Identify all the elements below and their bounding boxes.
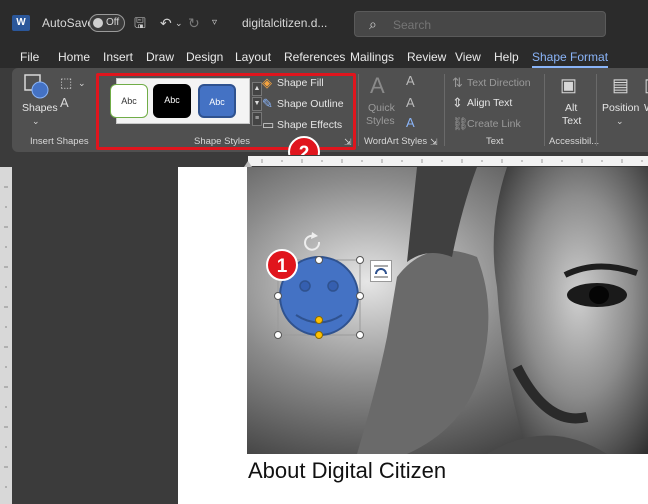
tab-view[interactable]: View [455,50,481,64]
search-input[interactable] [393,18,593,32]
tab-design[interactable]: Design [186,50,223,64]
alt-label[interactable]: Alt [565,102,577,114]
position-label[interactable]: Position [602,102,639,114]
tab-review[interactable]: Review [407,50,446,64]
title-bar: W AutoSave Off 🖫 ↶ ⌄ ↻ ▿ digitalcitizen.… [0,0,648,46]
tab-insert[interactable]: Insert [103,50,133,64]
text-direction-icon[interactable]: ⇅ [452,76,463,90]
text-outline-icon[interactable]: A [406,96,415,110]
autosave-toggle[interactable]: Off [89,14,125,32]
tab-references[interactable]: References [284,50,345,64]
ribbon-tabs: File Home Insert Draw Design Layout Refe… [0,46,648,68]
undo-icon[interactable]: ↶ [160,14,172,32]
tab-mailings[interactable]: Mailings [350,50,394,64]
toggle-knob [93,18,103,28]
edit-shape-icon[interactable]: ⬚ [60,76,72,90]
create-link-button[interactable]: Create Link [467,118,521,130]
autosave-state: Off [106,17,120,28]
layout-options-button[interactable] [370,260,392,282]
shapes-dropdown-icon[interactable]: ⌄ [32,114,40,128]
wordart-launcher-icon[interactable]: ⇲ [430,135,438,149]
word-app-icon: W [12,15,30,31]
callout-badge-1: 1 [266,249,298,281]
separator [358,74,359,146]
autosave-label: AutoSave [42,16,95,30]
text-fill-icon[interactable]: A [406,74,415,88]
shape-styles-highlight [96,73,356,150]
horizontal-ruler [12,155,648,167]
tab-shape-format[interactable]: Shape Format [532,50,609,68]
separator [544,74,545,146]
tab-help[interactable]: Help [494,50,519,64]
shapes-icon[interactable] [24,74,50,100]
customize-quick-access-icon[interactable]: ▿ [212,14,217,32]
separator [596,74,597,146]
save-icon[interactable]: 🖫 [134,14,146,32]
layout-options-icon [374,265,388,278]
styles-label[interactable]: Styles [366,115,395,127]
shapes-label[interactable]: Shapes [22,102,58,114]
tab-draw[interactable]: Draw [146,50,174,64]
alt-text-label[interactable]: Text [562,115,581,127]
search-box[interactable]: ⌕ [354,11,606,37]
text-box-icon[interactable]: A [60,96,69,110]
align-text-button[interactable]: Align Text [467,97,512,109]
text-effects-icon[interactable]: A [406,116,415,130]
text-direction-button[interactable]: Text Direction [467,77,531,89]
vertical-ruler [0,167,12,504]
undo-dropdown-icon[interactable]: ⌄ [175,14,183,32]
tab-home[interactable]: Home [58,50,90,64]
group-label-text: Text [486,136,504,147]
tab-layout[interactable]: Layout [235,50,271,64]
group-label-accessibility: Accessibil... [549,136,600,147]
edit-shape-dropdown-icon[interactable]: ⌄ [78,76,86,90]
quick-styles-label[interactable]: Quick [368,102,395,114]
align-text-icon[interactable]: ⇕ [452,96,463,110]
document-name[interactable]: digitalcitizen.d... [242,16,327,30]
group-label-insert-shapes: Insert Shapes [30,136,89,147]
group-label-wordart: WordArt Styles [364,136,428,147]
quick-styles-icon[interactable]: A [370,74,385,98]
wrap-text-icon[interactable]: ▥ [644,74,648,96]
search-icon: ⌕ [369,16,377,32]
wrap-text-label[interactable]: W [644,102,648,114]
alt-text-icon[interactable]: ▣ [560,74,577,96]
position-dropdown-icon[interactable]: ⌄ [616,114,624,128]
document-heading[interactable]: About Digital Citizen [248,458,446,484]
tab-file[interactable]: File [20,50,39,64]
separator [444,74,445,146]
redo-icon[interactable]: ↻ [188,14,200,32]
position-icon[interactable]: ▤ [612,74,629,96]
ruler-ticks [244,159,643,167]
vertical-ruler-ticks [4,186,8,488]
